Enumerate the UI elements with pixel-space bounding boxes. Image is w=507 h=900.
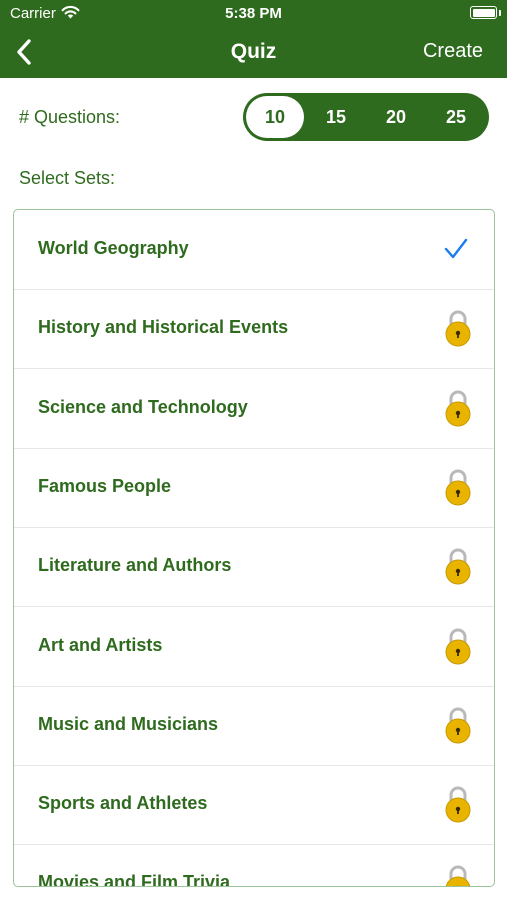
sets-list: World Geography History and Historical Ev… bbox=[13, 209, 495, 887]
set-row-label: History and Historical Events bbox=[38, 317, 289, 338]
clock: 5:38 PM bbox=[225, 5, 282, 22]
status-bar: Carrier 5:38 PM bbox=[0, 0, 507, 28]
set-row[interactable]: History and Historical Events bbox=[14, 289, 494, 370]
header: Carrier 5:38 PM Quiz Create bbox=[0, 0, 507, 78]
lock-icon bbox=[445, 390, 471, 427]
set-row-label: Literature and Authors bbox=[38, 555, 232, 576]
set-row[interactable]: Famous People bbox=[14, 448, 494, 528]
nav-bar: Quiz Create bbox=[0, 28, 507, 78]
questions-segmented-control: 10 15 20 25 bbox=[243, 93, 489, 141]
set-row[interactable]: Art and Artists bbox=[14, 607, 494, 687]
set-row[interactable]: Movies and Film Trivia bbox=[14, 844, 494, 887]
lock-icon bbox=[445, 707, 471, 744]
set-row[interactable]: Science and Technology bbox=[14, 369, 494, 449]
set-row[interactable]: World Geography bbox=[14, 210, 494, 290]
checkmark-icon bbox=[444, 238, 468, 259]
question-count-option-20[interactable]: 20 bbox=[366, 96, 426, 138]
lock-icon bbox=[445, 865, 471, 886]
set-row[interactable]: Sports and Athletes bbox=[14, 765, 494, 846]
question-count-option-25[interactable]: 25 bbox=[426, 96, 486, 138]
lock-icon bbox=[445, 469, 471, 506]
set-row-label: Art and Artists bbox=[38, 634, 163, 655]
questions-label: # Questions: bbox=[19, 107, 121, 127]
question-count-option-10[interactable]: 10 bbox=[246, 96, 304, 138]
set-row-label: Science and Technology bbox=[38, 396, 248, 417]
set-row-label: Music and Musicians bbox=[38, 713, 219, 734]
set-row[interactable]: Music and Musicians bbox=[14, 686, 494, 766]
select-sets-label: Select Sets: bbox=[19, 168, 116, 188]
create-button[interactable]: Create bbox=[423, 40, 483, 63]
set-row[interactable]: Literature and Authors bbox=[14, 527, 494, 608]
lock-icon bbox=[445, 628, 471, 664]
set-row-label: World Geography bbox=[38, 238, 189, 258]
battery-icon bbox=[470, 6, 497, 19]
question-count-option-15[interactable]: 15 bbox=[306, 96, 366, 138]
set-row-label: Movies and Film Trivia bbox=[38, 872, 231, 887]
set-row-label: Famous People bbox=[38, 475, 172, 496]
lock-icon bbox=[445, 786, 471, 823]
battery-cap bbox=[499, 10, 501, 16]
lock-icon bbox=[445, 548, 471, 585]
set-row-label: Sports and Athletes bbox=[38, 793, 208, 814]
lock-icon bbox=[445, 310, 471, 347]
